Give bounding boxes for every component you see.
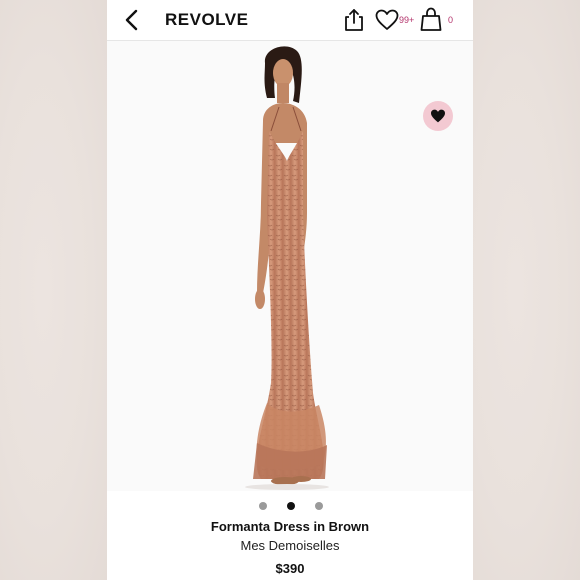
share-icon [345, 9, 363, 31]
app-screen: REVOLVE 99+ 0 Formanta Dress in Brown Me… [107, 0, 473, 580]
heart-filled-icon [431, 109, 445, 123]
product-name: Formanta Dress in Brown [210, 519, 370, 534]
brand-logo[interactable]: REVOLVE [165, 10, 248, 30]
background-right [473, 0, 580, 580]
wishlist-count-badge: 99+ [399, 15, 415, 25]
heart-outline-icon [375, 9, 399, 30]
chevron-left-icon [125, 9, 138, 31]
product-image[interactable] [107, 41, 473, 491]
product-price: $390 [275, 561, 305, 576]
bag-count-badge: 0 [448, 15, 454, 25]
shopping-bag-button[interactable] [420, 7, 442, 32]
back-button[interactable] [121, 8, 143, 32]
product-photo-model [245, 46, 329, 490]
image-carousel-indicator [107, 502, 473, 510]
carousel-dot-active[interactable] [287, 502, 295, 510]
shopping-bag-icon [420, 7, 442, 31]
product-brand[interactable]: Mes Demoiselles [107, 538, 473, 553]
wishlist-button[interactable] [375, 9, 399, 31]
background-left [0, 0, 107, 580]
top-nav-bar: REVOLVE 99+ 0 [107, 0, 473, 41]
share-button[interactable] [343, 8, 365, 32]
carousel-dot[interactable] [315, 502, 323, 510]
carousel-dot[interactable] [259, 502, 267, 510]
favorite-button[interactable] [423, 101, 453, 131]
